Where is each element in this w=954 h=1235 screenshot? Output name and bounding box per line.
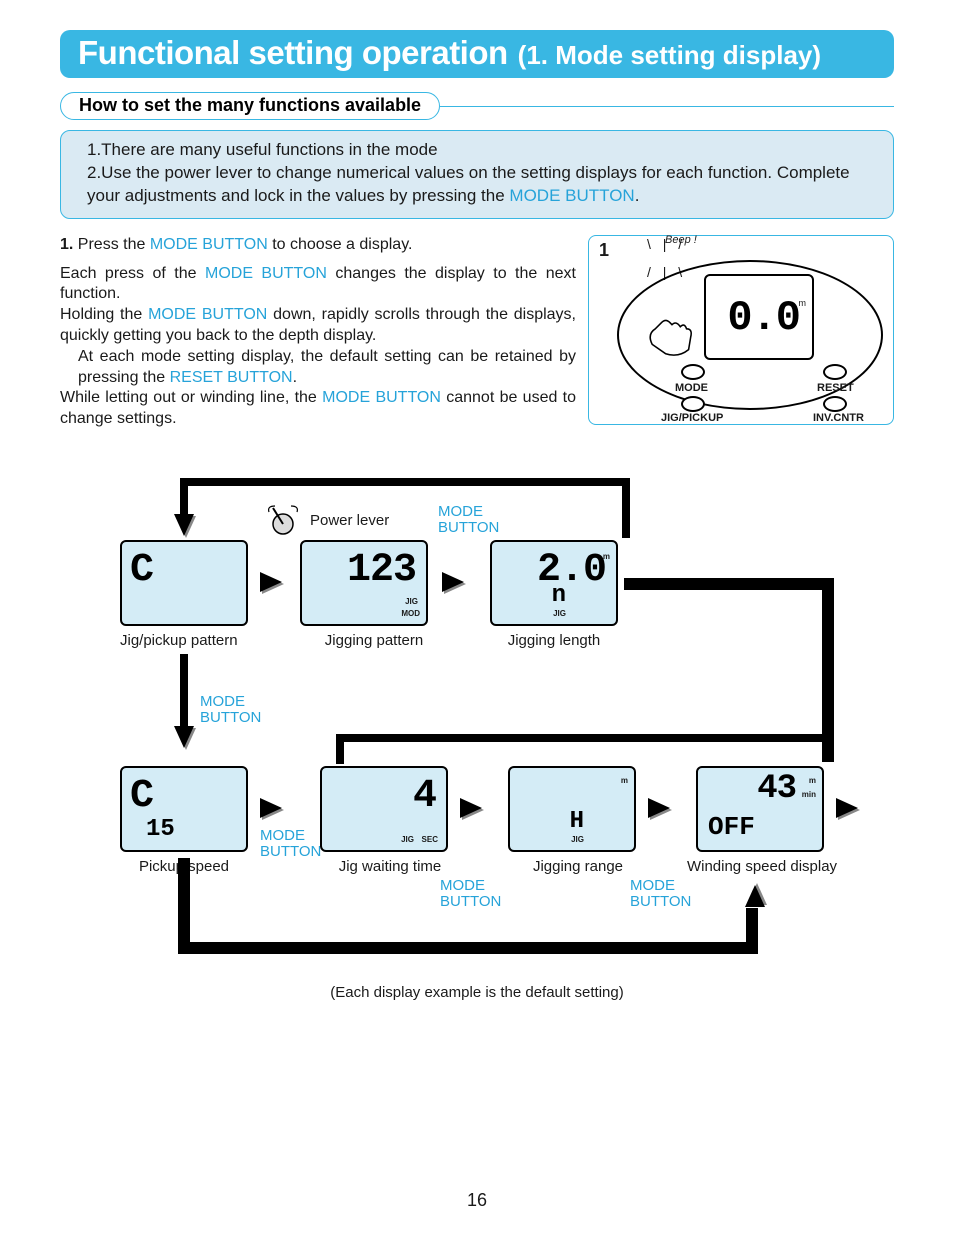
cap-range: Jigging range xyxy=(508,858,648,875)
cap-wait: Jig waiting time xyxy=(320,858,460,875)
mode-button-label-5: MODE BUTTON xyxy=(630,878,691,911)
lcd-screen: 0.0 m xyxy=(704,274,814,360)
lcd-unit: m xyxy=(799,298,807,308)
instructions-row: 1. Press the MODE BUTTON to choose a dis… xyxy=(60,235,894,438)
jig-pickup-button[interactable] xyxy=(681,396,705,412)
arrow-right-icon xyxy=(260,798,282,818)
device-outline: 0.0 m MODE RESET JIG/PICKUP INV.CNTR xyxy=(617,260,883,410)
inv-cntr-label: INV.CNTR xyxy=(813,412,864,424)
mode-button-label: MODE xyxy=(675,382,708,394)
flow-footnote: (Each display example is the default set… xyxy=(60,984,894,1001)
pipe xyxy=(336,734,344,764)
arrow-right-icon xyxy=(260,572,282,592)
pipe xyxy=(178,942,758,954)
pipe xyxy=(180,654,188,728)
power-lever-icon xyxy=(265,502,301,538)
page-number: 16 xyxy=(0,1190,954,1211)
power-lever-label: Power lever xyxy=(310,512,389,529)
mode-button-label-3: MODE BUTTON xyxy=(260,828,321,861)
pipe xyxy=(178,858,190,954)
screen-wait-time: 4 JIG SEC xyxy=(320,766,448,852)
jig-pickup-label: JIG/PICKUP xyxy=(661,412,723,424)
cap-wind: Winding speed display xyxy=(672,858,852,875)
intro-line-1: 1.There are many useful functions in the… xyxy=(87,139,879,162)
pipe xyxy=(624,578,834,590)
instructions-text: 1. Press the MODE BUTTON to choose a dis… xyxy=(60,235,576,438)
inv-cntr-button[interactable] xyxy=(823,396,847,412)
title-sub: (1. Mode setting display) xyxy=(518,40,821,71)
lcd-value: 0.0 xyxy=(727,294,800,342)
mode-button-label-2: MODE BUTTON xyxy=(200,694,261,727)
sub-heading-divider xyxy=(440,106,894,107)
pipe xyxy=(746,908,758,954)
beep-label: Beep ! xyxy=(665,234,697,246)
reset-button[interactable] xyxy=(823,364,847,380)
intro-box: 1.There are many useful functions in the… xyxy=(60,130,894,219)
pipe xyxy=(336,734,834,742)
figure-number: 1 xyxy=(599,240,609,261)
figure-1: 1 \ | / Beep ! / | \ 0.0 m MODE RESET JI… xyxy=(588,235,894,425)
arrow-right-icon xyxy=(836,798,858,818)
reset-button-label: RESET xyxy=(817,382,854,394)
sub-heading-pill: How to set the many functions available xyxy=(60,92,440,120)
arrow-right-icon xyxy=(648,798,670,818)
arrow-right-icon xyxy=(460,798,482,818)
pipe xyxy=(180,478,188,518)
arrow-up-icon xyxy=(745,885,765,907)
cap-jig-length: Jigging length xyxy=(490,632,618,649)
cap-jig-pattern: Jigging pattern xyxy=(310,632,438,649)
mode-button[interactable] xyxy=(681,364,705,380)
hand-icon xyxy=(647,308,699,360)
arrow-down-icon xyxy=(174,726,194,748)
intro-line-2: 2.Use the power lever to change numerica… xyxy=(87,162,879,208)
mode-button-label-4: MODE BUTTON xyxy=(440,878,501,911)
arrow-right-icon xyxy=(442,572,464,592)
screen-wind-speed: 43 m min OFF xyxy=(696,766,824,852)
arrow-down-icon xyxy=(174,514,194,536)
cap-jig-pickup: Jig/pickup pattern xyxy=(120,632,260,649)
sub-heading-row: How to set the many functions available xyxy=(60,92,894,120)
screen-pickup-speed: C 15 xyxy=(120,766,248,852)
screen-jig-length: 2.0 m n JIG xyxy=(490,540,618,626)
screen-jig-pickup: C xyxy=(120,540,248,626)
title-banner: Functional setting operation (1. Mode se… xyxy=(60,30,894,78)
screen-jig-range: m H JIG xyxy=(508,766,636,852)
pipe xyxy=(180,478,630,486)
title-main: Functional setting operation xyxy=(78,34,508,72)
pipe xyxy=(622,478,630,538)
mode-button-label-1: MODE BUTTON xyxy=(438,504,499,537)
flow-diagram: Power lever MODE BUTTON C Jig/pickup pat… xyxy=(60,468,894,1008)
screen-jig-pattern: 123 JIG MOD xyxy=(300,540,428,626)
